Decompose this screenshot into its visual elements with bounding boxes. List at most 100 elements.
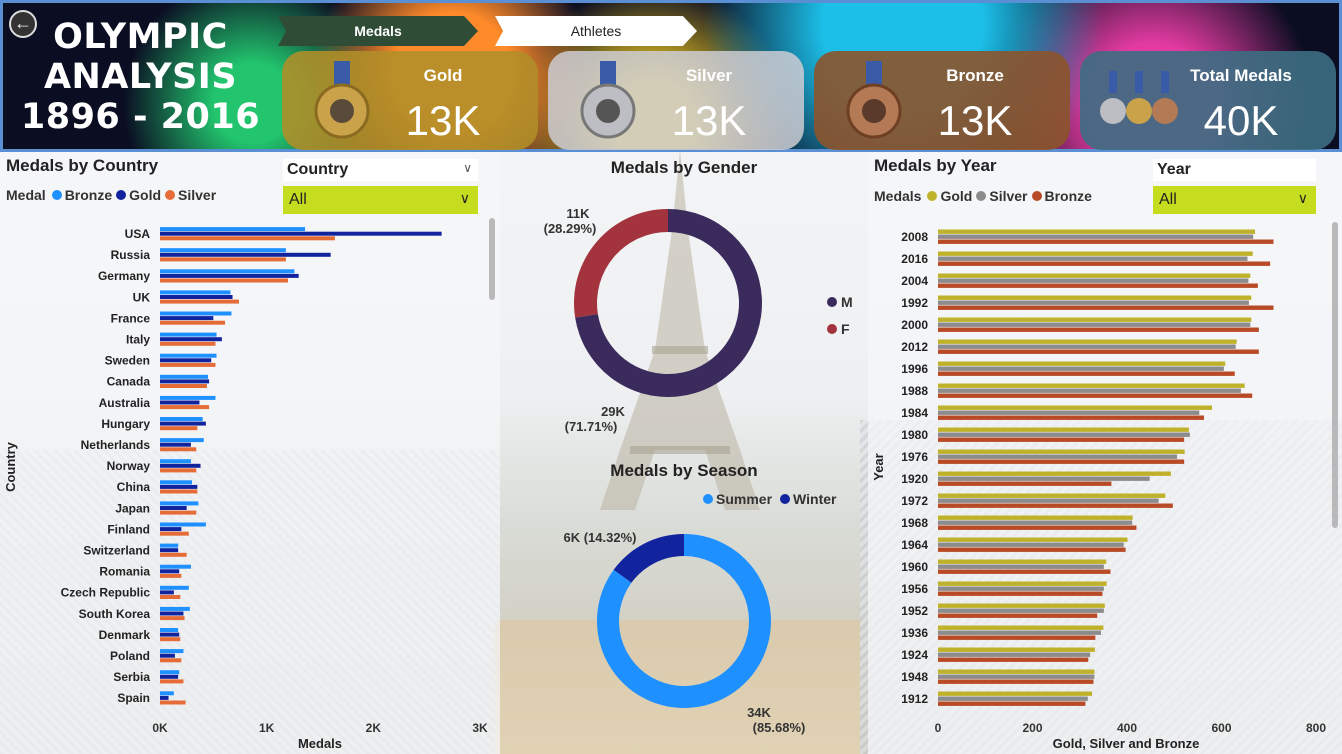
bar-silver (938, 674, 1095, 679)
category-label: Serbia (113, 670, 150, 684)
panel-gender-season: Medals by Gender 11K (28.29%) 29K (71.71… (500, 152, 868, 754)
axis-tick-label: 3K (472, 721, 488, 735)
bar-gold (160, 548, 179, 553)
bar-silver (160, 679, 184, 684)
chart-legend: Summer Winter (703, 491, 836, 507)
bar-gold (160, 463, 201, 468)
bar-silver (938, 498, 1159, 503)
bar-gold (160, 674, 179, 679)
category-label: 1984 (901, 406, 928, 420)
bar-gold (938, 493, 1166, 498)
bar-bronze (160, 606, 190, 611)
category-label: 1924 (901, 648, 928, 662)
bar-silver (938, 300, 1249, 305)
category-label: Canada (107, 375, 151, 389)
x-axis-title: Medals (298, 736, 342, 751)
bar-silver (160, 236, 335, 241)
medals-by-season-donut: 6K (14.32%) 34K (85.68%) (564, 530, 806, 735)
bar-silver (160, 595, 181, 599)
kpi-card-silver: Silver 13K (548, 51, 804, 150)
bar-silver (938, 608, 1104, 613)
legend-marker (827, 324, 837, 334)
category-label: France (111, 311, 151, 325)
bar-bronze (160, 585, 189, 590)
legend-item: Summer (716, 491, 773, 507)
category-label: Czech Republic (61, 586, 151, 600)
bar-silver (160, 341, 216, 346)
bar-silver (160, 447, 197, 452)
bar-bronze (938, 481, 1112, 486)
axis-tick-label: 200 (1022, 721, 1042, 735)
bar-silver (160, 384, 207, 388)
bar-gold (160, 295, 233, 299)
bar-bronze (160, 543, 179, 548)
bar-silver (160, 552, 187, 557)
category-label: 1956 (901, 582, 928, 596)
category-label: 2012 (901, 340, 928, 354)
category-label: 2000 (901, 318, 928, 332)
tab-athletes[interactable]: Athletes (495, 16, 697, 46)
bar-silver (160, 468, 197, 473)
bar-gold (160, 316, 214, 321)
bar-silver (938, 586, 1104, 591)
bar-gold (938, 361, 1226, 366)
bar-bronze (160, 501, 199, 506)
bar-gold (938, 515, 1133, 520)
bar-silver (160, 257, 286, 262)
donut-label-f-pct: (28.29%) (544, 221, 597, 236)
bar-silver (938, 410, 1200, 415)
category-label: 2008 (901, 230, 928, 244)
bar-silver (938, 366, 1224, 371)
panel-medals-by-year: Medals by Year Medals Gold Silver Bronze Ye… (868, 152, 1342, 754)
category-label: 1988 (901, 384, 928, 398)
tab-medals[interactable]: Medals (278, 16, 478, 46)
bar-bronze (160, 480, 192, 485)
y-axis-title: Country (3, 441, 18, 492)
title-line-1: OLYMPIC (53, 17, 228, 57)
bar-silver (938, 344, 1236, 349)
bar-gold (160, 484, 198, 489)
bar-bronze (938, 283, 1258, 288)
header-banner: ← OLYMPIC ANALYSIS 1896 - 2016 Medals At… (0, 0, 1342, 152)
bar-bronze (160, 332, 217, 337)
bar-silver (938, 520, 1133, 525)
bar-gold (160, 569, 180, 574)
bar-bronze (160, 649, 184, 654)
bar-silver (938, 476, 1150, 481)
kpi-card-bronze: Bronze 13K (814, 51, 1070, 150)
bar-gold (938, 559, 1107, 564)
bar-gold (938, 647, 1095, 652)
category-label: Romania (99, 565, 150, 579)
bar-silver (160, 700, 186, 705)
medals-by-year-chart: 2008201620041992200020121996198819841980… (871, 229, 1326, 751)
category-label: 1948 (901, 670, 928, 684)
bar-gold (160, 442, 191, 447)
bar-gold (938, 229, 1256, 234)
bar-bronze (160, 353, 217, 358)
category-label: 1912 (901, 692, 928, 706)
bar-bronze (938, 415, 1205, 420)
x-axis-title: Gold, Silver and Bronze (1053, 736, 1200, 751)
category-label: 1996 (901, 362, 928, 376)
donut-label-summer: 34K (747, 705, 771, 720)
axis-tick-label: 400 (1117, 721, 1137, 735)
category-label: Norway (107, 459, 151, 473)
legend-item: Winter (793, 491, 837, 507)
legend-marker (827, 297, 837, 307)
bar-gold (160, 653, 175, 658)
legend-item: F (841, 321, 850, 337)
bar-gold (938, 317, 1252, 322)
bar-silver (160, 426, 198, 431)
category-label: 1968 (901, 516, 928, 530)
bar-bronze (938, 635, 1096, 640)
bar-bronze (938, 591, 1103, 596)
axis-tick-label: 600 (1211, 721, 1231, 735)
category-label: 1920 (901, 472, 928, 486)
bar-gold (160, 506, 187, 510)
bar-gold (160, 358, 212, 363)
bar-silver (160, 489, 198, 494)
bar-gold (938, 251, 1253, 256)
category-label: Netherlands (81, 438, 151, 452)
bar-silver (938, 432, 1190, 437)
y-axis-title: Year (871, 453, 886, 480)
